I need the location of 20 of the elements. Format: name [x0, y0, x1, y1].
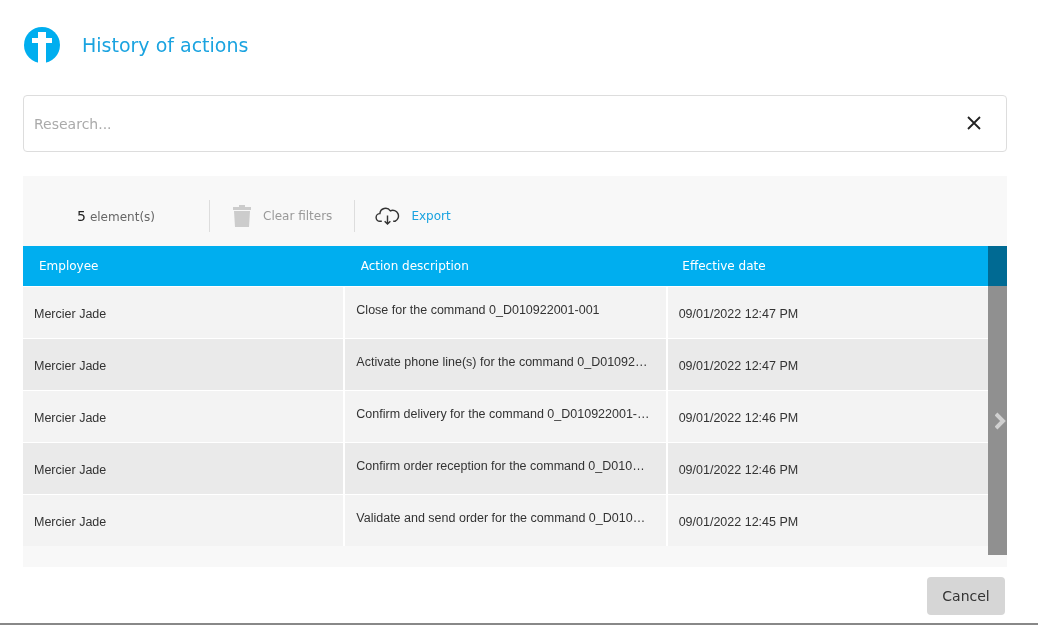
element-count-label: element(s): [89, 210, 155, 224]
cancel-button[interactable]: Cancel: [927, 577, 1005, 615]
table-cell: Validate and send order for the command 0_D010…: [343, 495, 666, 546]
close-icon[interactable]: [967, 116, 981, 130]
dialog-title: History of actions: [82, 34, 249, 56]
trash-icon: [232, 204, 252, 228]
table-cell-text: Mercier Jade: [33, 357, 108, 375]
table-cell-text: Mercier Jade: [33, 513, 108, 531]
table-cell-text: Mercier Jade: [33, 305, 108, 323]
scroll-header-block: [988, 246, 1007, 286]
search-field[interactable]: Research...: [23, 95, 1007, 152]
column-header[interactable]: Action description: [344, 246, 667, 286]
table-cell-text: Mercier Jade: [33, 409, 108, 427]
cloud-download-icon: [375, 206, 401, 226]
export-button[interactable]: Export: [411, 209, 451, 223]
column-header[interactable]: Employee: [23, 246, 345, 286]
element-count: 5: [77, 208, 86, 224]
cross-logo-icon: [24, 27, 60, 63]
column-header[interactable]: Effective date: [666, 246, 988, 286]
table-cell-text: Mercier Jade: [33, 461, 108, 479]
